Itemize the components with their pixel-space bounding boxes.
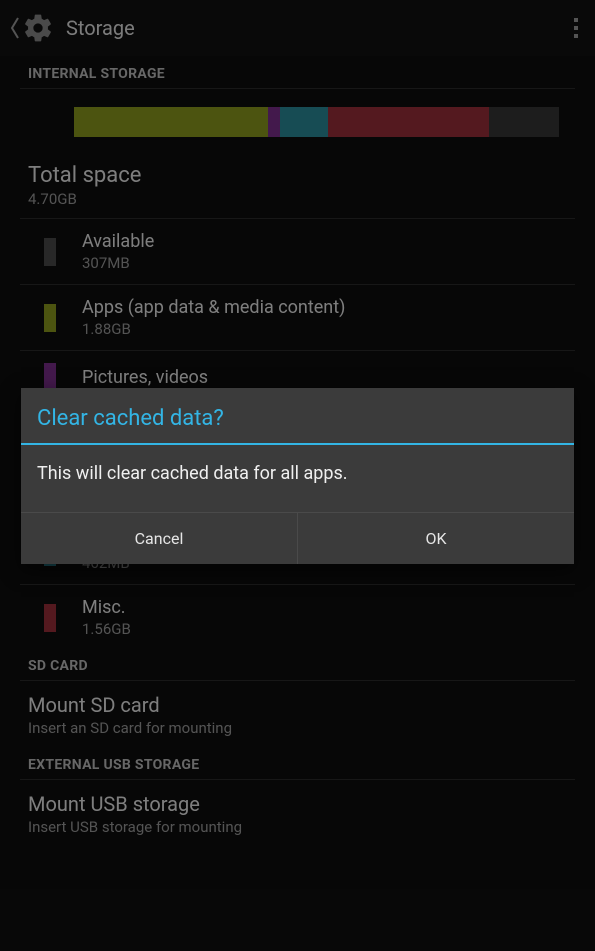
ok-button[interactable]: OK (297, 513, 574, 564)
dialog-button-bar: Cancel OK (21, 512, 574, 564)
dialog-clear-cache: Clear cached data? This will clear cache… (21, 388, 574, 564)
cancel-button[interactable]: Cancel (21, 513, 297, 564)
dialog-title: Clear cached data? (21, 388, 574, 443)
dialog-body: This will clear cached data for all apps… (21, 445, 574, 512)
